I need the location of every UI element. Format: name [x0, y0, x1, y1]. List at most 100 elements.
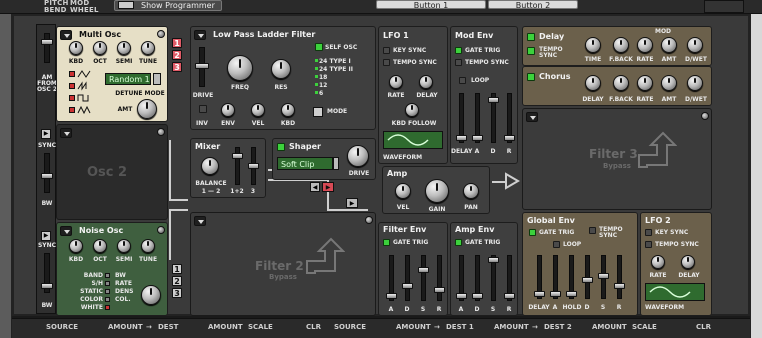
- mod-env-loop-led[interactable]: [459, 77, 466, 84]
- genv-r-track[interactable]: [617, 255, 622, 299]
- route-right-arrow-icon[interactable]: ▶: [322, 182, 334, 192]
- genv-hold-handle[interactable]: [566, 291, 577, 297]
- show-programmer-toggle[interactable]: [118, 1, 134, 9]
- lfo2-rate-knob[interactable]: [651, 255, 665, 269]
- fenv-r-track[interactable]: [437, 255, 442, 301]
- am-slider-track[interactable]: [44, 33, 50, 63]
- delay-amt-knob[interactable]: [661, 37, 677, 53]
- shaper-mode-display[interactable]: Soft Clip: [277, 157, 333, 170]
- filter3-menu-dropdown[interactable]: [526, 112, 538, 122]
- lfo1-tempo-sync-led[interactable]: [383, 59, 390, 66]
- lfo1-key-sync-led[interactable]: [383, 47, 390, 54]
- route-1-button[interactable]: 1: [172, 38, 182, 48]
- noise-tune-knob[interactable]: [141, 239, 155, 253]
- sh-led[interactable]: [105, 281, 110, 286]
- route-left-arrow-icon[interactable]: ◀: [310, 182, 320, 192]
- bw-slider-handle-2[interactable]: [41, 283, 53, 289]
- bw-slider-handle-1[interactable]: [41, 173, 53, 179]
- chorus-dwet-knob[interactable]: [687, 75, 703, 91]
- amp-env-gate-led[interactable]: [455, 239, 462, 246]
- clr-button-1[interactable]: CLR: [306, 323, 321, 331]
- self-osc-led[interactable]: [315, 43, 323, 51]
- shaper-mode-scroll[interactable]: [333, 157, 339, 170]
- sync-arrow-icon-2[interactable]: ▶: [41, 231, 51, 241]
- kbd-knob-filter[interactable]: [281, 103, 295, 117]
- lfo2-waveform-display[interactable]: [645, 283, 705, 301]
- freq-knob[interactable]: [227, 55, 253, 81]
- env-knob[interactable]: [221, 103, 235, 117]
- osc2-slot[interactable]: Osc 2: [56, 124, 168, 220]
- wave-led-3[interactable]: [69, 95, 75, 101]
- noise-oct-knob[interactable]: [93, 239, 107, 253]
- fenv-r-handle[interactable]: [434, 287, 445, 293]
- tune-knob[interactable]: [141, 41, 155, 55]
- genv-a-handle[interactable]: [550, 291, 561, 297]
- chorus-delay-knob[interactable]: [585, 75, 601, 91]
- clr-button-2[interactable]: CLR: [696, 323, 711, 331]
- mode-scroll[interactable]: [153, 73, 161, 85]
- chorus-amt-knob[interactable]: [661, 75, 677, 91]
- oct-knob[interactable]: [93, 41, 107, 55]
- fenv-d-track[interactable]: [405, 255, 410, 301]
- filter-drive-handle[interactable]: [195, 63, 209, 69]
- white-led[interactable]: [105, 305, 110, 310]
- multi-osc-mode-display[interactable]: Random 1: [105, 73, 151, 85]
- delay-on-led[interactable]: [527, 33, 535, 41]
- static-led[interactable]: [105, 289, 110, 294]
- route-amp-arrow-icon[interactable]: ▶: [346, 198, 358, 208]
- amp-pan-knob[interactable]: [463, 183, 479, 199]
- mode-button[interactable]: [313, 107, 323, 117]
- type-6[interactable]: 6: [319, 91, 369, 97]
- multi-osc-menu-dropdown[interactable]: [60, 30, 72, 40]
- button-1[interactable]: Button 1: [376, 0, 486, 10]
- shaper-on-led[interactable]: [277, 143, 285, 151]
- noise-semi-knob[interactable]: [117, 239, 131, 253]
- type-18[interactable]: 18: [319, 75, 369, 81]
- type-12[interactable]: 12: [319, 83, 369, 89]
- type-24-i[interactable]: 24 TYPE I: [319, 59, 369, 65]
- aenv-r-handle[interactable]: [504, 293, 515, 299]
- mod-r-handle[interactable]: [504, 135, 515, 141]
- chorus-fback-knob[interactable]: [613, 75, 629, 91]
- delay-time-knob[interactable]: [585, 37, 601, 53]
- global-env-loop-led[interactable]: [553, 241, 560, 248]
- delay-tempo-sync-led[interactable]: [527, 47, 535, 55]
- route-3-button[interactable]: 3: [172, 62, 182, 72]
- semi-knob[interactable]: [117, 41, 131, 55]
- lfo1-rate-knob[interactable]: [389, 75, 403, 89]
- global-env-tempo-led[interactable]: [589, 227, 596, 234]
- delay-fback-knob[interactable]: [613, 37, 629, 53]
- noise-kbd-knob[interactable]: [69, 239, 83, 253]
- balance-knob[interactable]: [201, 157, 219, 175]
- lfo1-delay-knob[interactable]: [419, 75, 433, 89]
- inv-button[interactable]: [199, 105, 207, 113]
- lfo1-waveform-display[interactable]: [383, 131, 443, 149]
- sync-arrow-icon-1[interactable]: ▶: [41, 129, 51, 139]
- filter3-slot[interactable]: Filter 3 Bypass: [522, 108, 712, 210]
- wave-led-4[interactable]: [69, 107, 75, 113]
- band-led[interactable]: [105, 273, 110, 278]
- global-env-gate-led[interactable]: [529, 229, 536, 236]
- button-2[interactable]: Button 2: [488, 0, 578, 10]
- fenv-d-handle[interactable]: [402, 283, 413, 289]
- detune-amt-knob[interactable]: [137, 99, 157, 119]
- noise-param-knob[interactable]: [141, 285, 161, 305]
- mod-delay-handle[interactable]: [456, 135, 467, 141]
- lfo2-delay-knob[interactable]: [681, 255, 695, 269]
- lfo2-key-sync-led[interactable]: [645, 229, 652, 236]
- type-24-ii[interactable]: 24 TYPE II: [319, 67, 369, 73]
- genv-s-handle[interactable]: [598, 273, 609, 279]
- am-slider-handle[interactable]: [41, 39, 53, 45]
- kbd-knob[interactable]: [69, 41, 83, 55]
- fenv-s-track[interactable]: [421, 255, 426, 301]
- mod-env-gate-trig-led[interactable]: [455, 47, 462, 54]
- genv-r-handle[interactable]: [614, 283, 625, 289]
- mod-env-tempo-sync-led[interactable]: [455, 59, 462, 66]
- chorus-rate-knob[interactable]: [637, 75, 653, 91]
- filter2-slot[interactable]: Filter 2 Bypass: [190, 212, 376, 316]
- fenv-s-handle[interactable]: [418, 267, 429, 273]
- route-2-button[interactable]: 2: [172, 50, 182, 60]
- aenv-d-handle[interactable]: [472, 293, 483, 299]
- filter-env-gate-led[interactable]: [383, 239, 390, 246]
- filter2-menu-dropdown[interactable]: [194, 216, 206, 226]
